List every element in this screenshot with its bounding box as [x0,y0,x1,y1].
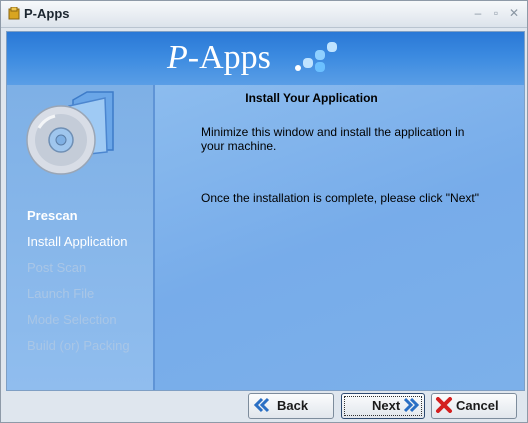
cancel-label: Cancel [456,398,499,413]
main-content: Install Your Application Minimize this w… [155,85,524,390]
app-icon [8,7,20,20]
completion-text: Once the installation is complete, pleas… [201,191,479,205]
next-arrow-icon [403,397,420,413]
step-prescan: Prescan [27,208,78,223]
steps-sidebar: Prescan Install Application Post Scan La… [7,85,155,390]
minimize-icon[interactable]: – [471,6,485,20]
button-bar: Back Next Cancel [1,391,527,422]
step-install-application: Install Application [27,234,128,249]
logo-dots-icon [295,42,337,72]
cancel-x-icon [436,397,452,413]
cancel-button[interactable]: Cancel [431,393,517,419]
step-mode-selection: Mode Selection [27,312,117,327]
wizard-panel: P-Apps Prescan Install Application Post … [6,31,525,391]
step-list: Prescan Install Application Post Scan La… [27,203,130,359]
step-build-packing: Build (or) Packing [27,338,130,353]
step-launch-file: Launch File [27,286,95,301]
next-button[interactable]: Next [341,393,425,419]
step-post-scan: Post Scan [27,260,87,275]
instruction-text: Minimize this window and install the app… [201,125,465,153]
maximize-icon[interactable]: ▫ [489,6,503,20]
back-label: Back [277,398,309,413]
window-title: P-Apps [24,6,70,21]
app-window: P-Apps – ▫ ✕ P-Apps Prescan Install Appl… [0,0,528,423]
back-button[interactable]: Back [248,393,334,419]
app-logo: P-Apps [167,39,271,76]
close-icon[interactable]: ✕ [507,6,521,20]
cd-folder-icon [26,91,114,175]
back-arrow-icon [253,397,270,413]
wizard-header: P-Apps [7,32,524,85]
page-title: Install Your Application [245,91,378,105]
next-label: Next [372,398,401,413]
title-bar[interactable]: P-Apps – ▫ ✕ [1,1,527,28]
